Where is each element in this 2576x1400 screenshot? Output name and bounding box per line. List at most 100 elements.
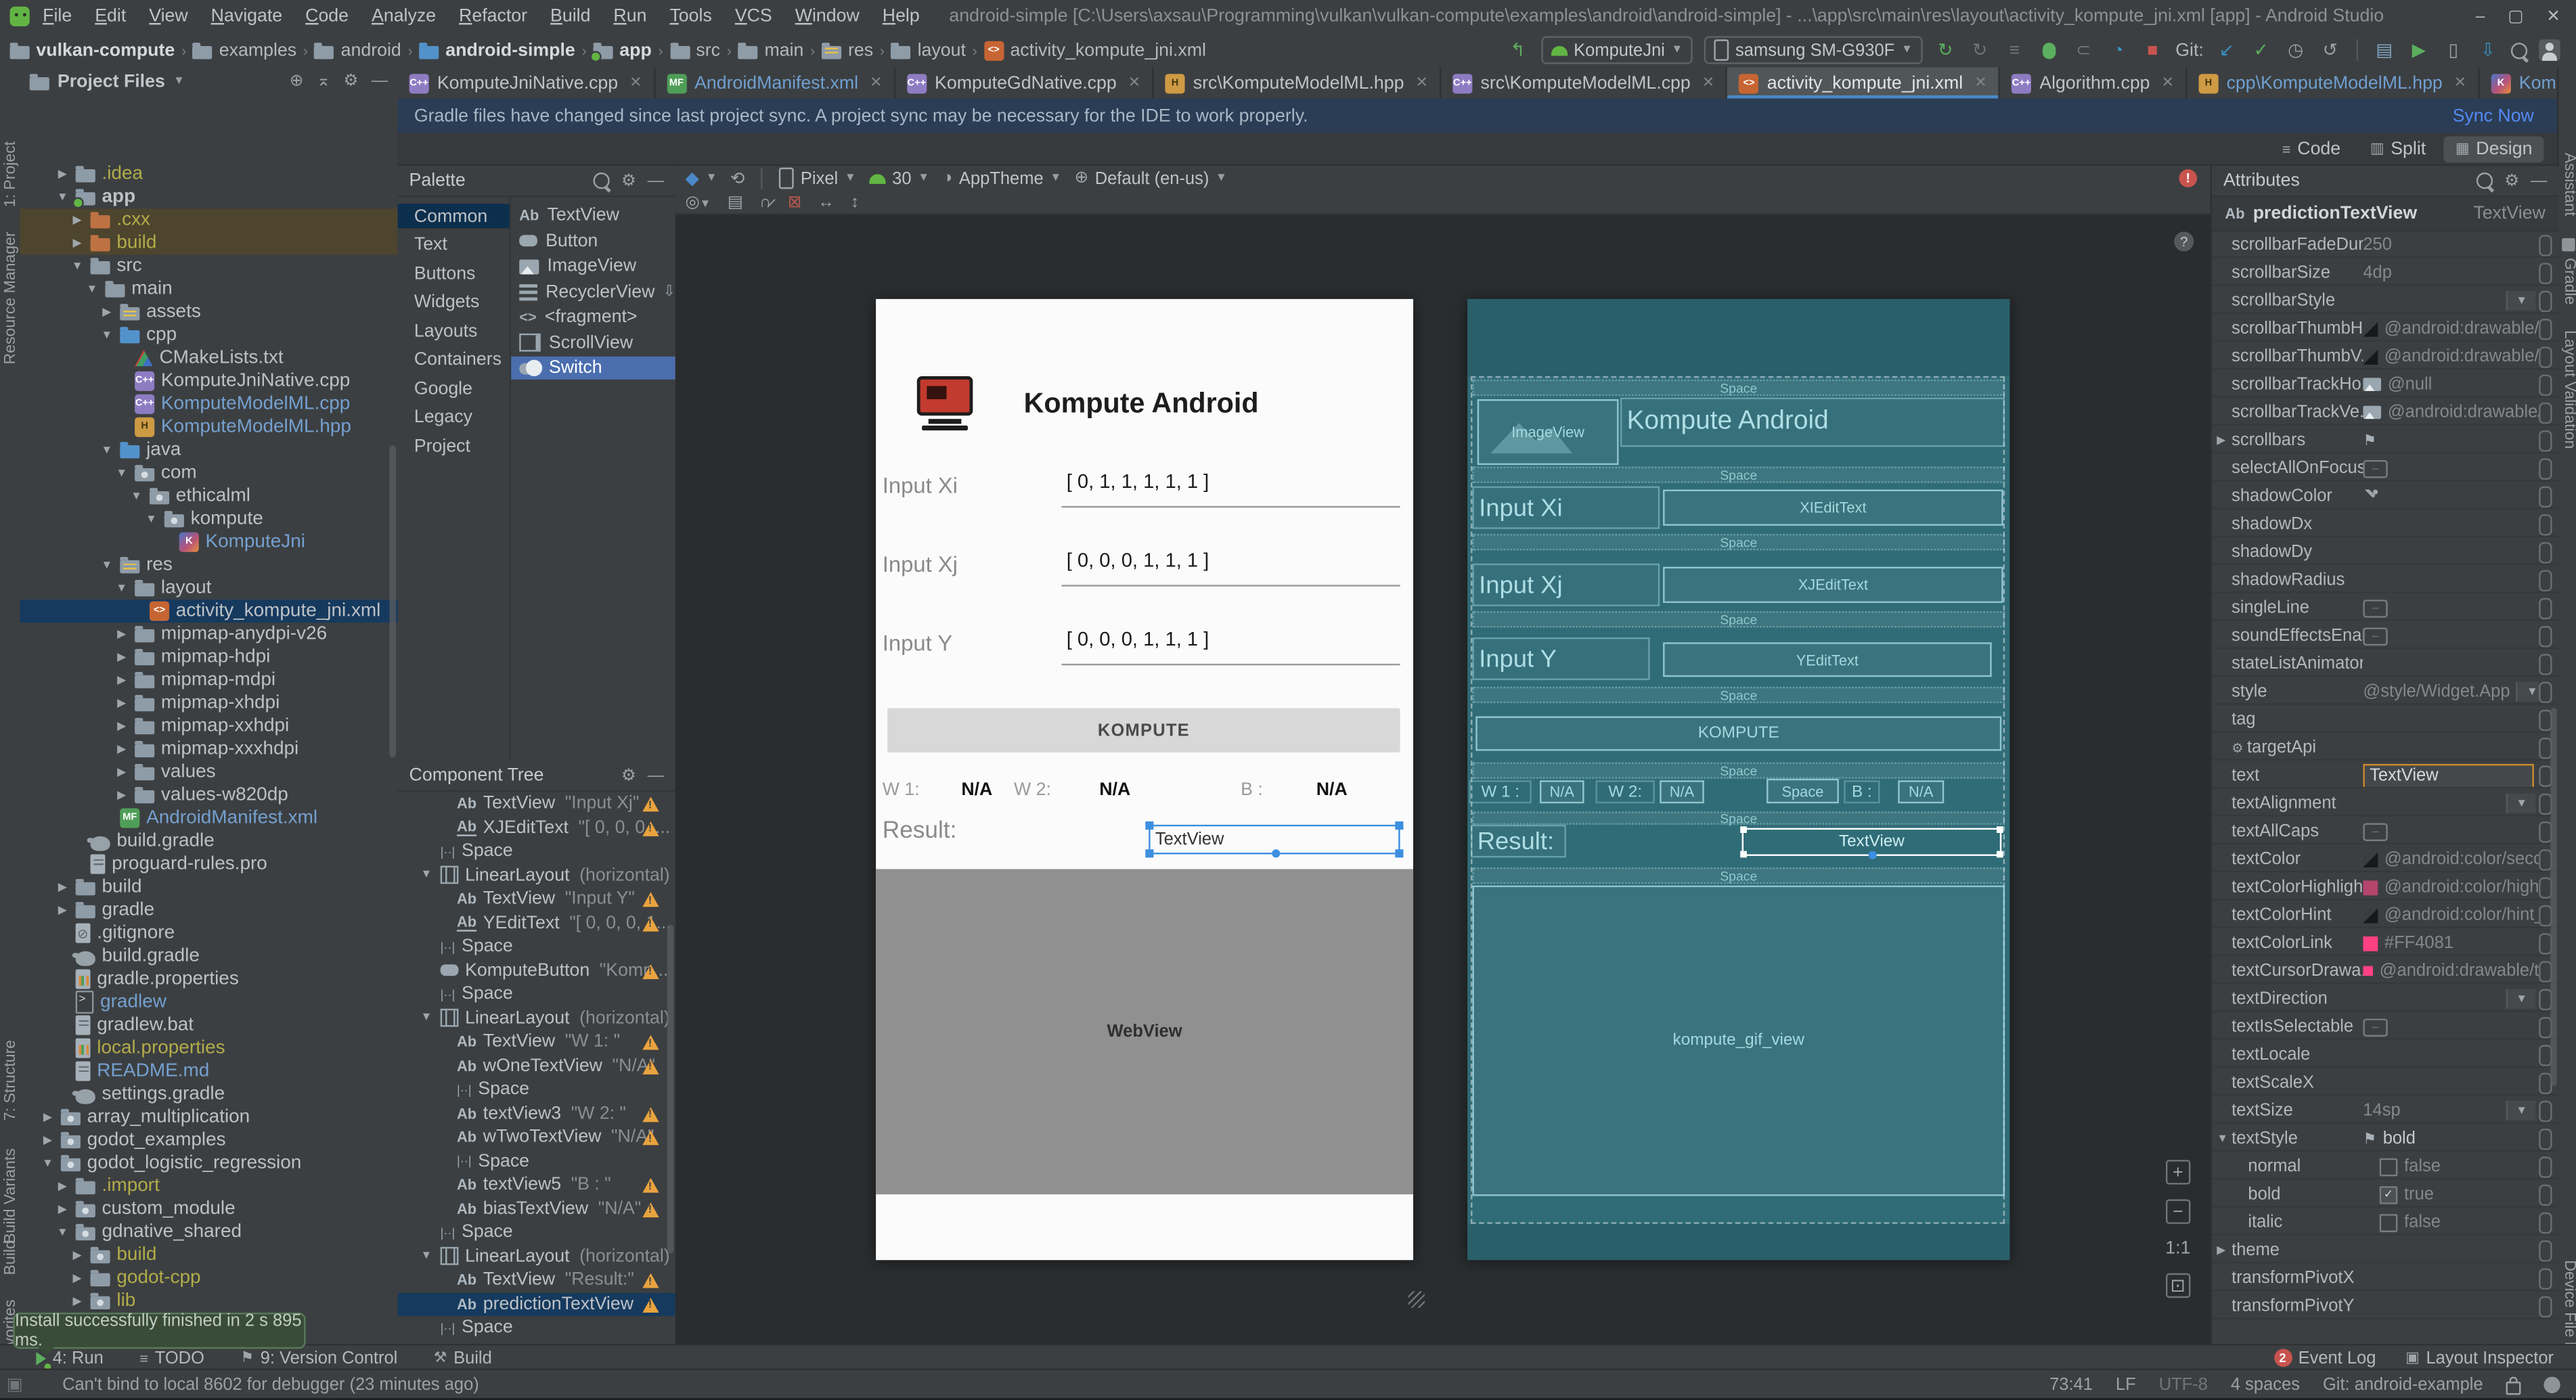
tree-collapse-icon[interactable]: ▼ (100, 560, 113, 571)
tree-collapse-icon[interactable]: ▼ (56, 1226, 69, 1238)
toolwindow-button-layout-inspector[interactable]: ▣Layout Inspector (2405, 1348, 2554, 1368)
target-device-selector[interactable]: samsung SM-G930F▼ (1704, 36, 1922, 64)
tree-item-komputemodelml-cpp[interactable]: C++KomputeModelML.cpp (20, 392, 399, 415)
blueprint-input-xi[interactable]: Input Xi (1472, 487, 1660, 529)
gradle-daemon-icon[interactable] (2544, 1376, 2560, 1392)
attribute-row-textsize[interactable]: textSize14sp▼ (2212, 1098, 2558, 1125)
pin-icon[interactable] (2539, 569, 2552, 591)
component-textview5[interactable]: AbtextView5"B : " (398, 1173, 675, 1196)
blueprint-xjedittext[interactable]: XJEditText (1663, 567, 2003, 603)
attribute-row-textdirection[interactable]: textDirection▼ (2212, 986, 2558, 1014)
stop-icon[interactable]: ■ (2141, 40, 2164, 60)
tab-komputegdnative-cpp[interactable]: C++KomputeGdNative.cpp✕ (895, 68, 1154, 99)
view-mode-code[interactable]: ≡Code (2271, 135, 2352, 162)
locale-selector[interactable]: ⊕Default (en-us)▼ (1075, 168, 1227, 188)
indent-setting[interactable]: 4 spaces (2231, 1374, 2300, 1394)
toolwindow-1-project[interactable]: 1: Project (1, 141, 20, 207)
blueprint-input-xj[interactable]: Input Xj (1472, 564, 1660, 606)
tree-item-komputejninative-cpp[interactable]: C++KomputeJniNative.cpp (20, 369, 399, 392)
menu-code[interactable]: Code (305, 7, 349, 26)
tree-item-gradlew[interactable]: gradlew (20, 991, 399, 1014)
close-icon[interactable]: ✕ (1974, 74, 1986, 92)
component-linearlayout[interactable]: ▼LinearLayout(horizontal) (398, 1244, 675, 1267)
hide-panel-icon[interactable]: — (2531, 172, 2547, 190)
attribute-row-italic[interactable]: italicfalse (2212, 1209, 2558, 1237)
component-textview3[interactable]: AbtextView3"W 2: " (398, 1102, 675, 1125)
blueprint-imageview[interactable]: ImageView (1478, 399, 1619, 465)
tree-expand-icon[interactable]: ▶ (41, 1133, 54, 1146)
tree-expand-icon[interactable]: ▶ (70, 1248, 83, 1261)
toggle-icon[interactable]: – (2363, 822, 2387, 840)
tab-algorithm-cpp[interactable]: C++Algorithm.cpp✕ (2000, 68, 2187, 99)
input-value-3[interactable]: [ 0, 0, 0, 1, 1, 1 ] (1067, 627, 1209, 650)
component-tree-scrollbar[interactable] (667, 925, 674, 1254)
eyedropper-icon[interactable] (2363, 489, 2378, 503)
git-branch[interactable]: Git: android-example (2323, 1374, 2483, 1394)
tree-item-activity-kompute-jni-xml[interactable]: <>activity_kompute_jni.xml (20, 600, 399, 623)
back-icon[interactable]: ↰ (1507, 39, 1530, 61)
input-value-1[interactable]: [ 0, 1, 1, 1, 1, 1 ] (1067, 470, 1209, 493)
tree-expand-icon[interactable]: ▶ (70, 237, 83, 250)
attribute-row-tag[interactable]: tag (2212, 706, 2558, 734)
palette-category-common[interactable]: Common (398, 204, 510, 228)
close-icon[interactable]: ✕ (2546, 7, 2560, 26)
tree-item-mipmap-xxxhdpi[interactable]: ▶mipmap-xxxhdpi (20, 738, 399, 761)
dropdown-icon[interactable]: ▼ (2506, 989, 2536, 1009)
color-swatch[interactable] (2363, 880, 2378, 895)
attribute-row-singleline[interactable]: singleLine– (2212, 595, 2558, 623)
attribute-row-textcolor[interactable]: textColor@android:color/secor (2212, 846, 2558, 874)
toolwindow-layout-validation[interactable]: Layout Validation (2560, 330, 2576, 449)
statusbar-icon[interactable]: ▣ (7, 1374, 23, 1394)
blueprint-result-[interactable]: Result: (1471, 825, 1566, 858)
kompute-button[interactable]: KOMPUTE (887, 708, 1400, 752)
component-xjedittext[interactable]: AbXJEditText"[ 0, 0, 0, ... (398, 815, 675, 838)
tree-collapse-icon[interactable]: ▼ (115, 583, 128, 594)
tree-expand-icon[interactable]: ▶ (56, 1179, 69, 1192)
clear-constraints-icon[interactable]: ⊠ (788, 193, 801, 211)
zoom-in-icon[interactable]: + (2166, 1160, 2190, 1184)
tree-expand-icon[interactable]: ▶ (70, 1294, 83, 1307)
tree-item-mipmap-hdpi[interactable]: ▶mipmap-hdpi (20, 646, 399, 669)
component-textview[interactable]: AbTextView"W 1: " (398, 1030, 675, 1053)
blueprint-kompute[interactable]: KOMPUTE (1475, 717, 2001, 751)
blueprint-space[interactable]: Space (1472, 534, 2005, 550)
tree-expand-icon[interactable]: ▶ (115, 719, 128, 732)
tree-item-gdnative-shared[interactable]: ▼gdnative_shared (20, 1221, 399, 1244)
tree-collapse-icon[interactable]: ▼ (115, 468, 128, 479)
pin-icon[interactable] (2539, 374, 2552, 395)
color-swatch[interactable] (2363, 907, 2378, 922)
toolwindow-assistant[interactable]: Assistant (2560, 153, 2576, 217)
blueprint-input-y[interactable]: Input Y (1472, 637, 1649, 680)
flag-icon[interactable]: ⚑ (2363, 1129, 2376, 1148)
attribute-row-textcursordrawa-[interactable]: textCursorDrawa...@android:drawable/te (2212, 957, 2558, 985)
attribute-row-selectallonfocus[interactable]: selectAllOnFocus– (2212, 455, 2558, 483)
palette-category-widgets[interactable]: Widgets (398, 290, 510, 315)
tree-expand-icon[interactable]: ▶ (56, 880, 69, 893)
pin-icon[interactable] (2539, 430, 2552, 451)
orientation-icon[interactable]: ⟲ (730, 168, 745, 188)
component-space[interactable]: |··|Space (398, 934, 675, 957)
toolwindow-build-variants[interactable]: Build Variants (1, 1148, 20, 1244)
breadcrumb-item-app[interactable]: app (593, 40, 651, 60)
tree-item-godot-cpp[interactable]: ▶godot-cpp (20, 1267, 399, 1290)
tree-expand-icon[interactable]: ▶ (2217, 434, 2225, 447)
tree-item-build[interactable]: ▶build (20, 876, 399, 899)
selected-textview[interactable]: TextView (1149, 825, 1400, 855)
tree-item-main[interactable]: ▼main (20, 277, 399, 300)
tree-collapse-icon[interactable]: ▼ (421, 1250, 434, 1262)
pin-icon[interactable] (2539, 541, 2552, 563)
hide-panel-icon[interactable]: — (648, 767, 664, 785)
component-textview[interactable]: AbTextView"Input Y" (398, 887, 675, 910)
palette-item-switch[interactable]: Switch (511, 357, 675, 380)
flag-icon[interactable]: ⚑ (2363, 431, 2376, 449)
attribute-row-bold[interactable]: bold✓true (2212, 1181, 2558, 1209)
attribute-row-textcolorhighlight[interactable]: textColorHighlight@android:color/highli (2212, 874, 2558, 902)
search-icon[interactable] (2511, 42, 2527, 58)
view-mode-design[interactable]: ▦Design (2444, 135, 2544, 162)
palette-item-recyclerview[interactable]: RecyclerView⇩ (511, 280, 675, 303)
blueprint-kompute-gif-view[interactable]: kompute_gif_view (1472, 886, 2005, 1196)
menu-help[interactable]: Help (883, 7, 920, 26)
color-swatch[interactable] (2363, 852, 2378, 867)
tree-expand-icon[interactable]: ▶ (56, 1202, 69, 1215)
breadcrumb-item-android-simple[interactable]: android-simple (419, 40, 575, 60)
